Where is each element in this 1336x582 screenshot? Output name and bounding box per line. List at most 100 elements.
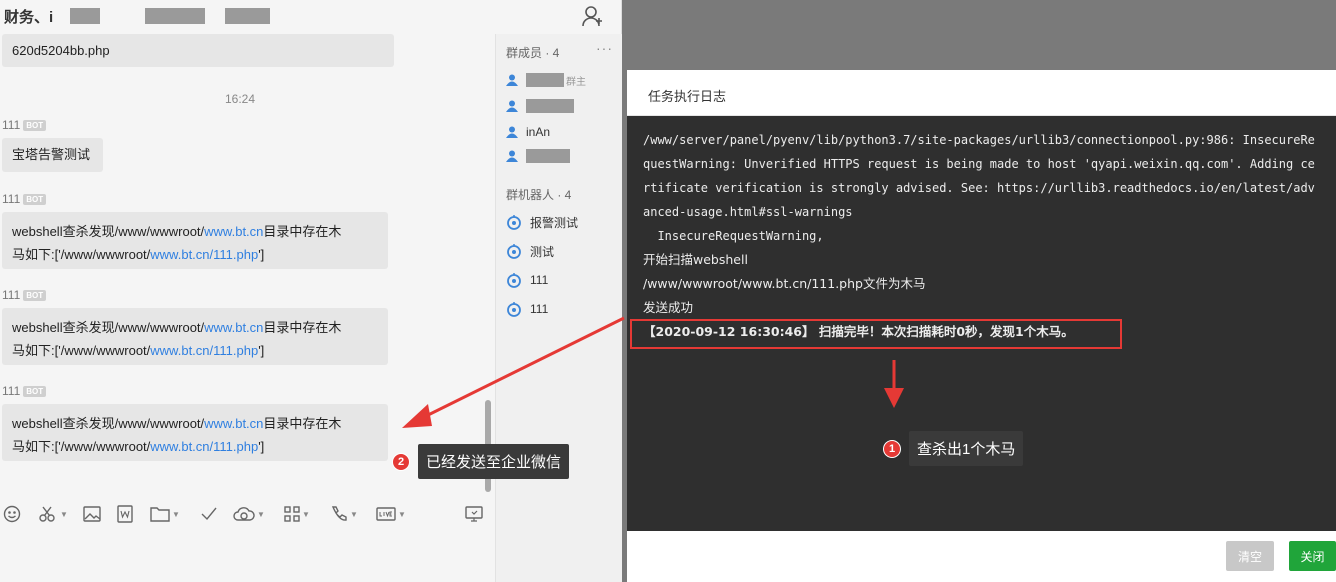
robot-name: 111 <box>530 273 549 287</box>
robot-name: 测试 <box>530 244 555 259</box>
close-button[interactable]: 关闭 <box>1289 541 1336 571</box>
blurred-name <box>526 73 564 87</box>
robot-item[interactable]: 111 <box>506 299 548 319</box>
user-icon <box>506 150 518 162</box>
message-link[interactable]: www.bt.cn/111.php <box>150 247 258 262</box>
bot-badge: BOT <box>23 120 47 132</box>
robot-item[interactable]: 测试 <box>506 241 554 261</box>
message-bubble: webshell查杀发现/www/wwwroot/www.bt.cn目录中存在木… <box>2 212 388 269</box>
owner-label: 群主 <box>566 76 586 88</box>
word-icon[interactable] <box>117 503 133 525</box>
scissors-icon[interactable]: ▼ <box>38 503 68 525</box>
message-sender: 111 BOT <box>2 288 47 302</box>
message-text: '] <box>258 343 265 358</box>
member-item[interactable]: inAn <box>506 122 550 142</box>
chat-title: 财务、i <box>4 9 54 26</box>
log-line: InsecureRequestWarning, <box>643 229 824 243</box>
blurred-title <box>145 8 205 24</box>
sender-name: 111 <box>2 192 21 206</box>
highlight-box <box>630 319 1122 349</box>
bot-badge: BOT <box>23 290 47 302</box>
annotation-text: 查杀出1个木马 <box>909 431 1024 466</box>
robot-icon <box>507 244 521 259</box>
apps-icon[interactable]: ▼ <box>284 503 310 525</box>
annotation-text: 已经发送至企业微信 <box>418 444 570 479</box>
annotation-number: 2 <box>392 452 410 471</box>
log-line: anced-usage.html#ssl-warnings <box>643 205 853 219</box>
annotation-2: 2 已经发送至企业微信 <box>392 444 570 479</box>
annotation-number: 1 <box>883 439 901 458</box>
message-link[interactable]: www.bt.cn <box>204 320 263 335</box>
message-text: 宝塔告警测试 <box>12 147 91 162</box>
phone-icon[interactable]: ▼ <box>330 503 358 525</box>
message-text: webshell查杀发现/www/wwwroot/ <box>12 416 205 431</box>
dialog-footer: 清空 关闭 <box>627 531 1336 582</box>
log-line: 开始扫描webshell <box>643 252 748 267</box>
message-text: webshell查杀发现/www/wwwroot/ <box>12 224 205 239</box>
screen-icon[interactable] <box>465 503 483 525</box>
message-sender: 111 BOT <box>2 384 47 398</box>
time-divider: 16:24 <box>224 92 256 106</box>
chat-header: 财务、i <box>0 0 622 34</box>
robot-item[interactable]: 报警测试 <box>506 212 578 232</box>
blurred-title <box>225 8 270 24</box>
robot-icon <box>507 215 521 230</box>
sender-name: 111 <box>2 288 21 302</box>
members-panel: 群成员 · 4 ··· 群主 inAn 群机器人 · 4 报警测试 测试 111… <box>495 34 622 582</box>
message-link[interactable]: www.bt.cn <box>204 416 263 431</box>
robot-icon <box>507 273 521 288</box>
clear-button[interactable]: 清空 <box>1226 541 1274 571</box>
members-header: 群成员 · 4 <box>506 46 560 60</box>
message-text: 马如下:['/www/wwwroot/ <box>12 439 151 454</box>
more-icon[interactable]: ··· <box>596 40 613 56</box>
message-bubble: webshell查杀发现/www/wwwroot/www.bt.cn目录中存在木… <box>2 404 388 461</box>
folder-icon[interactable]: ▼ <box>150 503 180 525</box>
message-text: 目录中存在木 <box>263 224 342 239</box>
member-item[interactable]: 群主 <box>506 70 586 90</box>
dialog-title: 任务执行日志 <box>648 89 727 104</box>
log-line: rtificate verification is strongly advis… <box>643 181 1315 195</box>
message-bubble: 620d5204bb.php <box>2 34 394 67</box>
message-link[interactable]: www.bt.cn/111.php <box>150 439 258 454</box>
message-sender: 111 BOT <box>2 118 47 132</box>
message-bubble: webshell查杀发现/www/wwwroot/www.bt.cn目录中存在木… <box>2 308 388 365</box>
bot-badge: BOT <box>23 386 47 398</box>
blurred-name <box>526 149 570 163</box>
user-icon <box>506 126 518 138</box>
message-sender: 111 BOT <box>2 192 47 206</box>
message-text: 620d5204bb.php <box>12 43 110 58</box>
blurred-name <box>526 99 574 113</box>
message-link[interactable]: www.bt.cn/111.php <box>150 343 258 358</box>
live-icon[interactable]: ▼ <box>376 503 406 525</box>
sender-name: 111 <box>2 384 21 398</box>
log-line: 发送成功 <box>643 300 694 315</box>
check-icon[interactable] <box>200 503 218 525</box>
member-item[interactable] <box>506 146 570 166</box>
message-bubble: 宝塔告警测试 <box>2 138 103 172</box>
message-input[interactable] <box>0 535 495 582</box>
robot-name: 111 <box>530 302 549 316</box>
member-item[interactable] <box>506 96 574 116</box>
message-text: '] <box>258 247 265 262</box>
message-text: 马如下:['/www/wwwroot/ <box>12 247 151 262</box>
message-text: 目录中存在木 <box>263 320 342 335</box>
task-log-dialog: 任务执行日志 /www/server/panel/pyenv/lib/pytho… <box>627 70 1336 582</box>
annotation-1: 1 查杀出1个木马 <box>883 431 1024 466</box>
sender-name: 111 <box>2 118 21 132</box>
blurred-title <box>70 8 100 24</box>
image-icon[interactable] <box>83 503 101 525</box>
robot-name: 报警测试 <box>530 215 579 230</box>
message-text: 目录中存在木 <box>263 416 342 431</box>
input-toolbar: ▼ ▼ ▼ ▼ ▼ ▼ <box>0 495 495 535</box>
message-link[interactable]: www.bt.cn <box>204 224 263 239</box>
robot-item[interactable]: 111 <box>506 270 548 290</box>
bot-badge: BOT <box>23 194 47 206</box>
message-text: '] <box>258 439 265 454</box>
user-icon <box>506 100 518 112</box>
add-member-icon[interactable] <box>580 4 604 28</box>
log-line: questWarning: Unverified HTTPS request i… <box>643 157 1315 171</box>
message-list[interactable]: 620d5204bb.php 16:24 111 BOT 宝塔告警测试 111 BO… <box>0 34 495 492</box>
robots-header: 群机器人 · 4 <box>506 188 572 202</box>
emoji-icon[interactable] <box>3 503 21 525</box>
cloud-icon[interactable]: ▼ <box>233 503 265 525</box>
